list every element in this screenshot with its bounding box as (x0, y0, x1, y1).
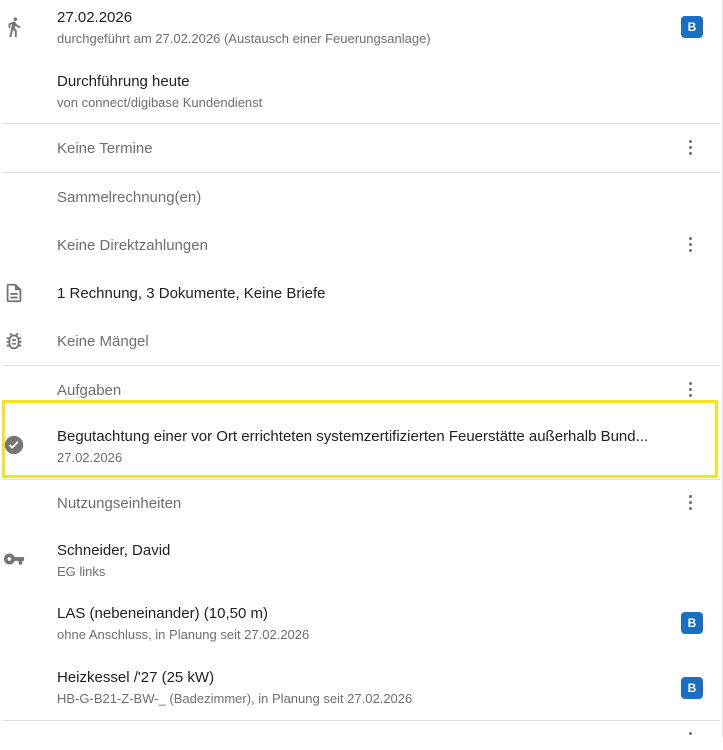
key-icon (3, 548, 25, 570)
task-date: 27.02.2026 (57, 450, 123, 465)
defects-label: Keine Mängel (57, 333, 149, 350)
execution-detail: von connect/digibase Kundendienst (57, 95, 263, 110)
bug-icon (3, 330, 25, 352)
device-detail: ohne Anschluss, in Planung seit 27.02.20… (57, 627, 310, 642)
usage-units-label: Nutzungseinheiten (57, 495, 182, 512)
defects-section[interactable]: Keine Mängel (0, 317, 722, 365)
divider (3, 720, 720, 721)
document-icon (3, 282, 25, 304)
device-title: LAS (nebeneinander) (10,50 m) (57, 605, 268, 622)
task-item[interactable]: Begutachtung einer vor Ort errichteten s… (0, 404, 722, 474)
status-badge[interactable]: B (681, 677, 703, 699)
collective-invoices-label: Sammelrechnung(en) (57, 189, 202, 206)
more-vert-icon[interactable] (684, 495, 696, 513)
more-vert-icon[interactable] (684, 237, 696, 255)
inspection-date: 27.02.2026 (57, 9, 133, 26)
documents-label: 1 Rechnung, 3 Dokumente, Keine Briefe (57, 285, 326, 302)
walking-person-icon (3, 16, 25, 38)
inspection-entry[interactable]: 27.02.2026 durchgeführt am 27.02.2026 (A… (0, 0, 722, 60)
tasks-section[interactable]: Aufgaben (0, 366, 722, 402)
status-badge[interactable]: B (681, 612, 703, 634)
documents-section[interactable]: 1 Rechnung, 3 Dokumente, Keine Briefe (0, 269, 722, 317)
more-vert-icon[interactable] (684, 732, 696, 750)
appointments-label: Keine Termine (57, 140, 153, 157)
usage-unit-location: EG links (57, 564, 106, 579)
device-title: Heizkessel /'27 (25 kW) (57, 669, 215, 686)
tasks-label: Aufgaben (57, 382, 122, 399)
status-badge[interactable]: B (681, 16, 703, 38)
check-circle-icon (3, 434, 25, 456)
appointments-section[interactable]: Keine Termine (0, 124, 722, 172)
direct-payments-label: Keine Direktzahlungen (57, 237, 208, 254)
execution-entry[interactable]: Durchführung heute von connect/digibase … (0, 62, 722, 122)
usage-unit-entry[interactable]: Schneider, David EG links (0, 530, 722, 588)
task-title: Begutachtung einer vor Ort errichteten s… (57, 428, 649, 445)
device-entry[interactable]: LAS (nebeneinander) (10,50 m) ohne Ansch… (0, 594, 722, 654)
collective-invoices-section[interactable]: Sammelrechnung(en) (0, 173, 722, 221)
usage-unit-name: Schneider, David (57, 542, 171, 559)
more-vert-icon[interactable] (684, 140, 696, 158)
device-detail: HB-G-B21-Z-BW-_ (Badezimmer), in Planung… (57, 691, 413, 706)
inspection-detail: durchgeführt am 27.02.2026 (Austausch ei… (57, 31, 431, 46)
usage-units-section[interactable]: Nutzungseinheiten (0, 480, 722, 526)
device-entry[interactable]: Heizkessel /'27 (25 kW) HB-G-B21-Z-BW-_ … (0, 658, 722, 718)
execution-title: Durchführung heute (57, 73, 190, 90)
direct-payments-section[interactable]: Keine Direktzahlungen (0, 221, 722, 269)
more-vert-icon[interactable] (684, 382, 696, 400)
